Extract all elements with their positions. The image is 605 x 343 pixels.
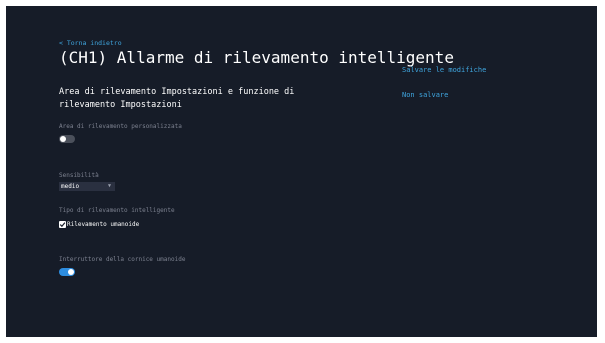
back-link[interactable]: < Torna indietro: [59, 39, 122, 47]
page-title: (CH1) Allarme di rilevamento intelligent…: [59, 48, 454, 67]
humanoid-detection-label: Rilevamento umanoide: [67, 221, 140, 228]
chevron-down-icon: ▼: [107, 183, 111, 189]
toggle-knob: [68, 269, 74, 275]
settings-screen: < Torna indietro (CH1) Allarme di rileva…: [6, 6, 597, 337]
save-changes-link[interactable]: Salvare le modifiche: [402, 66, 486, 74]
checkmark-icon: [59, 222, 66, 228]
sensitivity-select[interactable]: medio ▼: [59, 182, 115, 191]
detection-type-label: Tipo di rilevamento intelligente: [59, 207, 175, 214]
custom-area-label: Area di rilevamento personalizzata: [59, 123, 182, 130]
humanoid-detection-checkbox[interactable]: [59, 221, 66, 228]
humanoid-frame-label: Interruttore della cornice umanoide: [59, 256, 186, 263]
humanoid-frame-toggle[interactable]: [59, 268, 75, 276]
discard-changes-link[interactable]: Non salvare: [402, 91, 448, 99]
section-heading: Area di rilevamento Impostazioni e funzi…: [59, 87, 295, 110]
custom-area-toggle[interactable]: [59, 135, 75, 143]
sensitivity-label: Sensibilità: [59, 172, 99, 179]
sensitivity-value: medio: [61, 183, 80, 190]
toggle-knob: [60, 136, 66, 142]
